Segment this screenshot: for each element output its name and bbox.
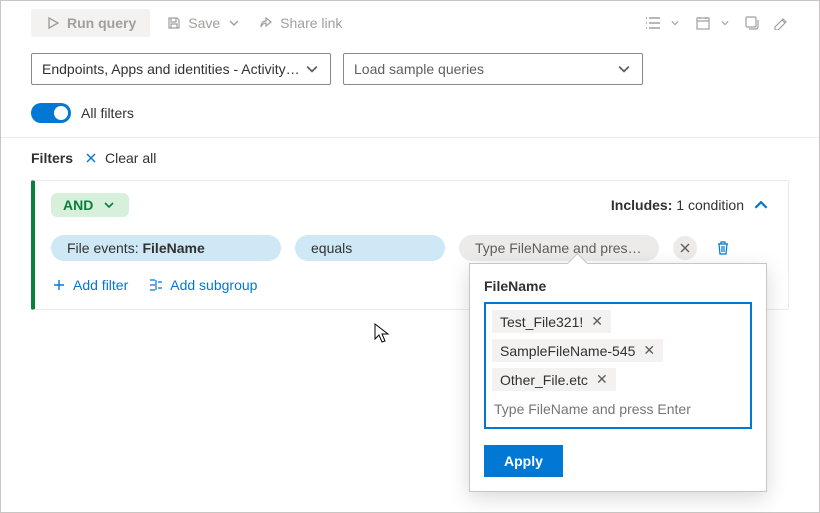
filter-operator-pill[interactable]: equals: [295, 235, 445, 261]
calendar-icon: [695, 15, 711, 31]
chevron-down-icon: [226, 15, 242, 31]
chevron-down-icon: [101, 197, 117, 213]
share-label: Share link: [280, 15, 342, 31]
scope-label: Endpoints, Apps and identities - Activit…: [42, 61, 300, 77]
collapse-button[interactable]: [750, 194, 772, 216]
delete-condition-button[interactable]: [711, 240, 735, 256]
subgroup-icon: [148, 277, 164, 293]
plus-icon: [51, 277, 67, 293]
filter-value-pill[interactable]: Type FileName and press …: [459, 235, 659, 261]
toggle-row: All filters: [1, 99, 819, 138]
share-icon: [258, 15, 274, 31]
value-input-box[interactable]: Test_File321! ✕ SampleFileName-545 ✕ Oth…: [484, 302, 752, 429]
save-button[interactable]: Save: [166, 15, 242, 31]
add-filter-label: Add filter: [73, 277, 128, 293]
filter-group-header: AND Includes: 1 condition: [35, 181, 788, 229]
toolbar: Run query Save Share link: [1, 1, 819, 45]
list-view-button[interactable]: [645, 15, 683, 31]
edit-icon[interactable]: [773, 15, 789, 31]
filters-label: Filters: [31, 150, 73, 166]
cursor-icon: [374, 323, 390, 343]
chevron-down-icon: [616, 61, 632, 77]
clear-all-label: Clear all: [105, 150, 156, 166]
save-label: Save: [188, 15, 220, 31]
logic-operator-dropdown[interactable]: AND: [51, 193, 129, 217]
close-icon: [83, 150, 99, 166]
remove-chip-button[interactable]: ✕: [591, 313, 603, 330]
chevron-down-icon: [667, 15, 683, 31]
chevron-down-icon: [304, 61, 320, 77]
calendar-button[interactable]: [695, 15, 733, 31]
value-editor-popup: FileName Test_File321! ✕ SampleFileName-…: [469, 263, 767, 492]
apply-button[interactable]: Apply: [484, 445, 563, 477]
clear-all-button[interactable]: Clear all: [83, 150, 156, 166]
popup-title: FileName: [484, 278, 752, 294]
toolbar-right: [645, 15, 789, 31]
sample-queries-dropdown[interactable]: Load sample queries: [343, 53, 643, 85]
remove-chip-button[interactable]: ✕: [596, 371, 608, 388]
sample-label: Load sample queries: [354, 61, 484, 77]
add-filter-button[interactable]: Add filter: [51, 277, 128, 293]
dropdown-row: Endpoints, Apps and identities - Activit…: [1, 45, 819, 99]
clear-value-button[interactable]: [673, 236, 697, 260]
chevron-down-icon: [717, 15, 733, 31]
run-query-button[interactable]: Run query: [31, 9, 150, 37]
value-chip: Test_File321! ✕: [492, 310, 611, 333]
remove-chip-button[interactable]: ✕: [643, 342, 655, 359]
all-filters-toggle[interactable]: [31, 103, 71, 123]
add-subgroup-button[interactable]: Add subgroup: [148, 277, 257, 293]
refresh-icon[interactable]: [745, 15, 761, 31]
filters-header: Filters Clear all: [1, 138, 819, 180]
add-subgroup-label: Add subgroup: [170, 277, 257, 293]
includes-label: Includes: 1 condition: [611, 197, 744, 213]
save-icon: [166, 15, 182, 31]
list-icon: [645, 15, 661, 31]
value-chip: SampleFileName-545 ✕: [492, 339, 663, 362]
logic-operator-label: AND: [63, 197, 93, 213]
share-link-button[interactable]: Share link: [258, 15, 342, 31]
scope-dropdown[interactable]: Endpoints, Apps and identities - Activit…: [31, 53, 331, 85]
filter-field-pill[interactable]: File events: FileName: [51, 235, 281, 261]
run-query-label: Run query: [67, 15, 136, 31]
value-chip: Other_File.etc ✕: [492, 368, 616, 391]
value-text-input[interactable]: [492, 397, 744, 421]
play-icon: [45, 15, 61, 31]
all-filters-label: All filters: [81, 105, 134, 121]
